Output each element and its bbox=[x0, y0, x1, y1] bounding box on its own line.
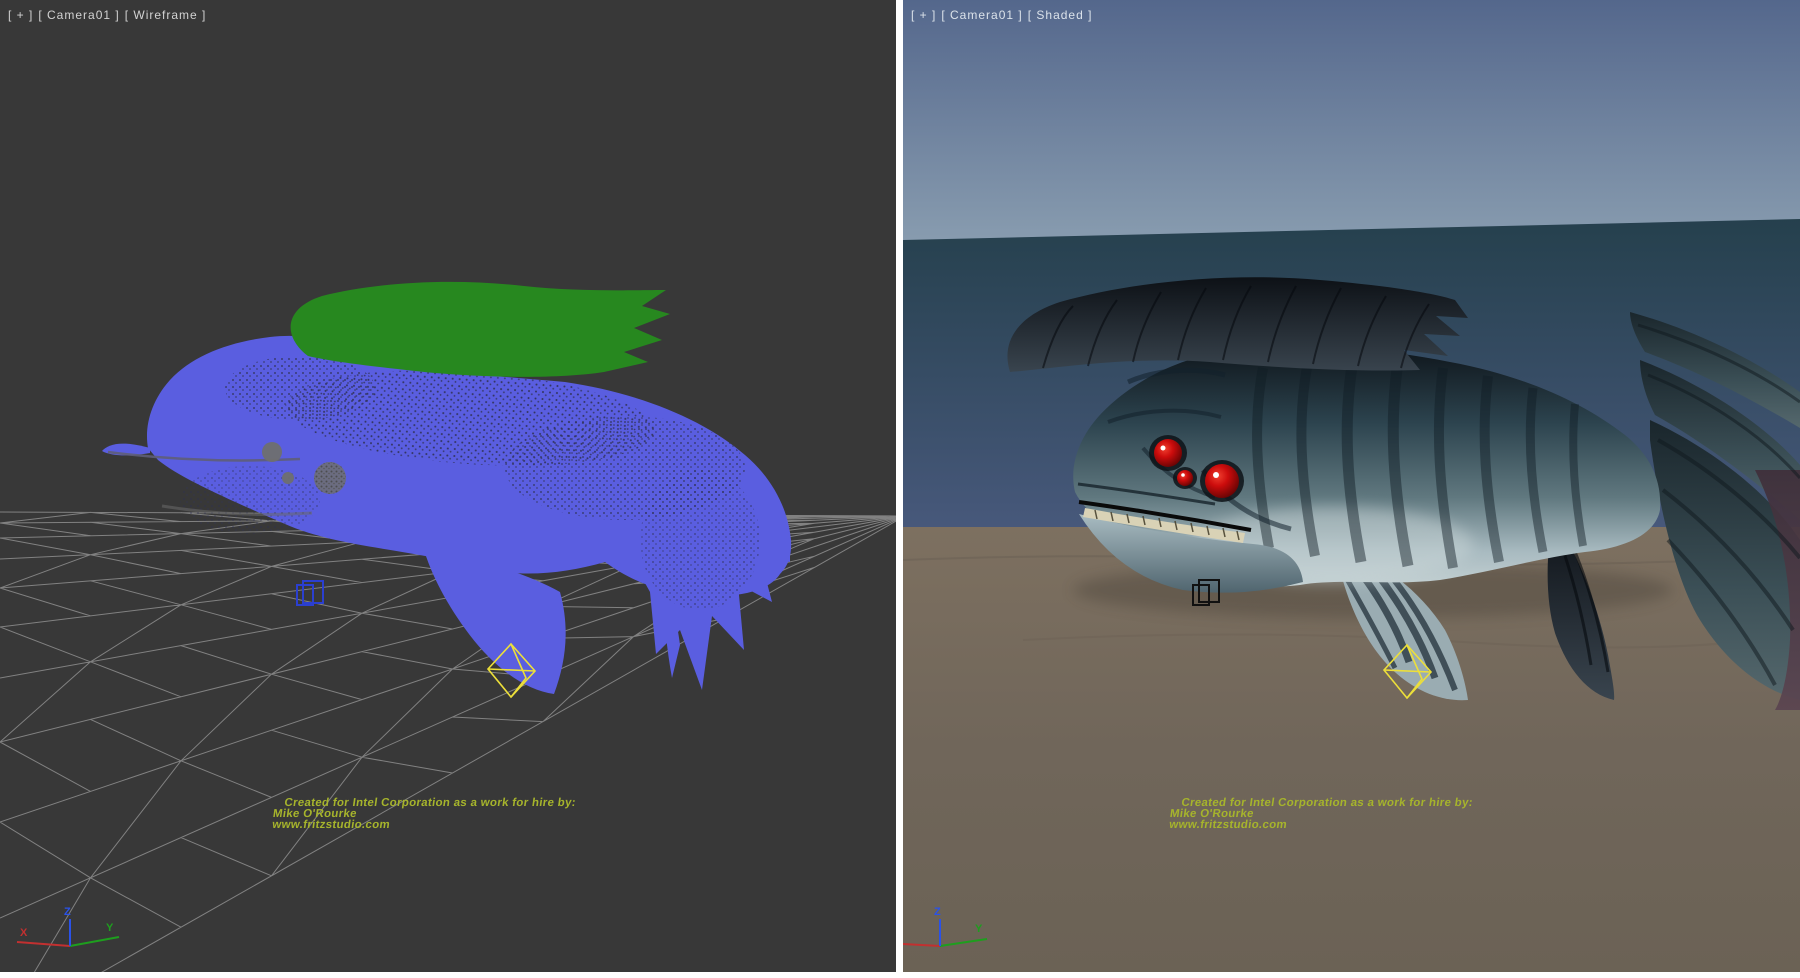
viewport-label: [ + ] [ Camera01 ] [ Wireframe ] bbox=[8, 8, 206, 22]
fish-model-wireframe[interactable] bbox=[102, 282, 791, 694]
viewport-menu-shading[interactable]: [ Wireframe ] bbox=[125, 8, 207, 22]
viewport-shaded[interactable]: [ + ] [ Camera01 ] [ Shaded ] bbox=[903, 0, 1800, 972]
viewport-menu-general[interactable]: [ + ] bbox=[8, 8, 33, 22]
viewport-label: [ + ] [ Camera01 ] [ Shaded ] bbox=[911, 8, 1092, 22]
viewport-wireframe[interactable]: [ + ] [ Camera01 ] [ Wireframe ] bbox=[0, 0, 896, 972]
axis-z-label: Z bbox=[934, 906, 941, 918]
viewport-menu-general[interactable]: [ + ] bbox=[911, 8, 936, 22]
eye-mid bbox=[1154, 439, 1182, 467]
svg-text:www.fritzstudio.com: www.fritzstudio.com bbox=[270, 819, 390, 831]
sky bbox=[903, 0, 1800, 260]
eye-large bbox=[1205, 464, 1239, 498]
axis-x-label: X bbox=[20, 927, 28, 939]
dorsal-fin[interactable] bbox=[291, 282, 670, 377]
svg-text:www.fritzstudio.com: www.fritzstudio.com bbox=[1167, 819, 1287, 831]
axis-y-label: Y bbox=[975, 923, 983, 935]
credit-text: Created for Intel Corporation as a work … bbox=[270, 797, 576, 831]
axis-z-label: Z bbox=[64, 906, 71, 918]
world-axis-gizmo: X Y Z bbox=[17, 906, 119, 946]
axis-y-label: Y bbox=[106, 922, 114, 934]
viewport-menu-camera[interactable]: [ Camera01 ] bbox=[38, 8, 119, 22]
viewport-menu-shading[interactable]: [ Shaded ] bbox=[1028, 8, 1093, 22]
viewport-menu-camera[interactable]: [ Camera01 ] bbox=[941, 8, 1022, 22]
eye-small bbox=[1177, 470, 1193, 486]
box-helper[interactable] bbox=[297, 581, 323, 605]
viewport-split-container: [ + ] [ Camera01 ] [ Wireframe ] bbox=[0, 0, 1800, 978]
